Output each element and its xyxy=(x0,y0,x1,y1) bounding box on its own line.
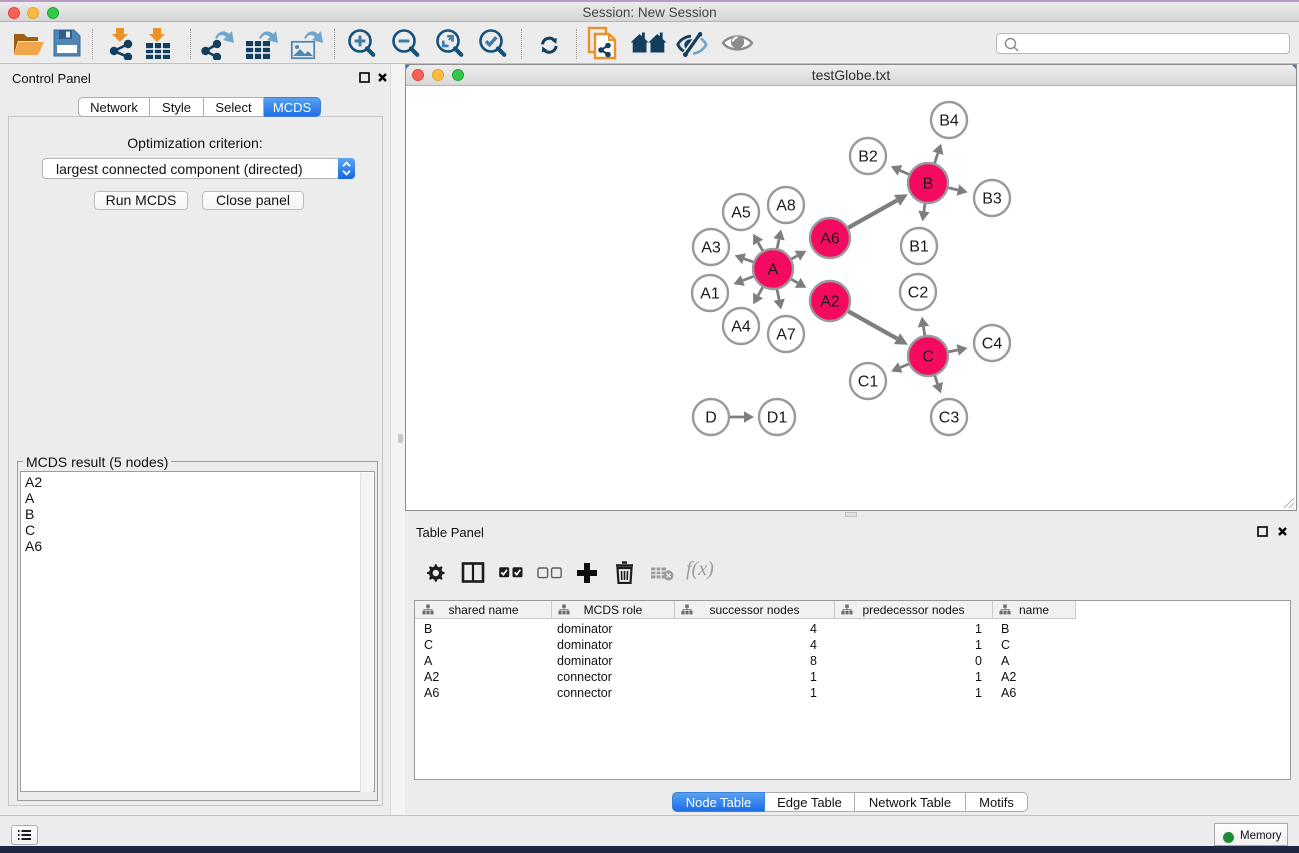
svg-text:B2: B2 xyxy=(858,149,878,166)
svg-text:A2: A2 xyxy=(820,294,840,311)
svg-text:A3: A3 xyxy=(701,240,721,257)
svg-text:B: B xyxy=(923,176,934,193)
svg-text:C3: C3 xyxy=(939,410,960,427)
svg-text:A1: A1 xyxy=(700,286,720,303)
svg-text:A7: A7 xyxy=(776,327,796,344)
svg-text:B4: B4 xyxy=(939,113,959,130)
svg-text:A4: A4 xyxy=(731,319,751,336)
svg-text:A: A xyxy=(768,262,779,279)
svg-text:B3: B3 xyxy=(982,191,1002,208)
svg-text:A8: A8 xyxy=(776,198,796,215)
svg-text:D: D xyxy=(705,410,717,427)
svg-text:A5: A5 xyxy=(731,205,751,222)
svg-text:C: C xyxy=(922,349,934,366)
svg-text:A6: A6 xyxy=(820,231,840,248)
svg-text:C2: C2 xyxy=(908,285,929,302)
svg-text:D1: D1 xyxy=(767,410,788,427)
svg-text:C4: C4 xyxy=(982,336,1003,353)
svg-text:C1: C1 xyxy=(858,374,879,391)
svg-text:B1: B1 xyxy=(909,239,929,256)
